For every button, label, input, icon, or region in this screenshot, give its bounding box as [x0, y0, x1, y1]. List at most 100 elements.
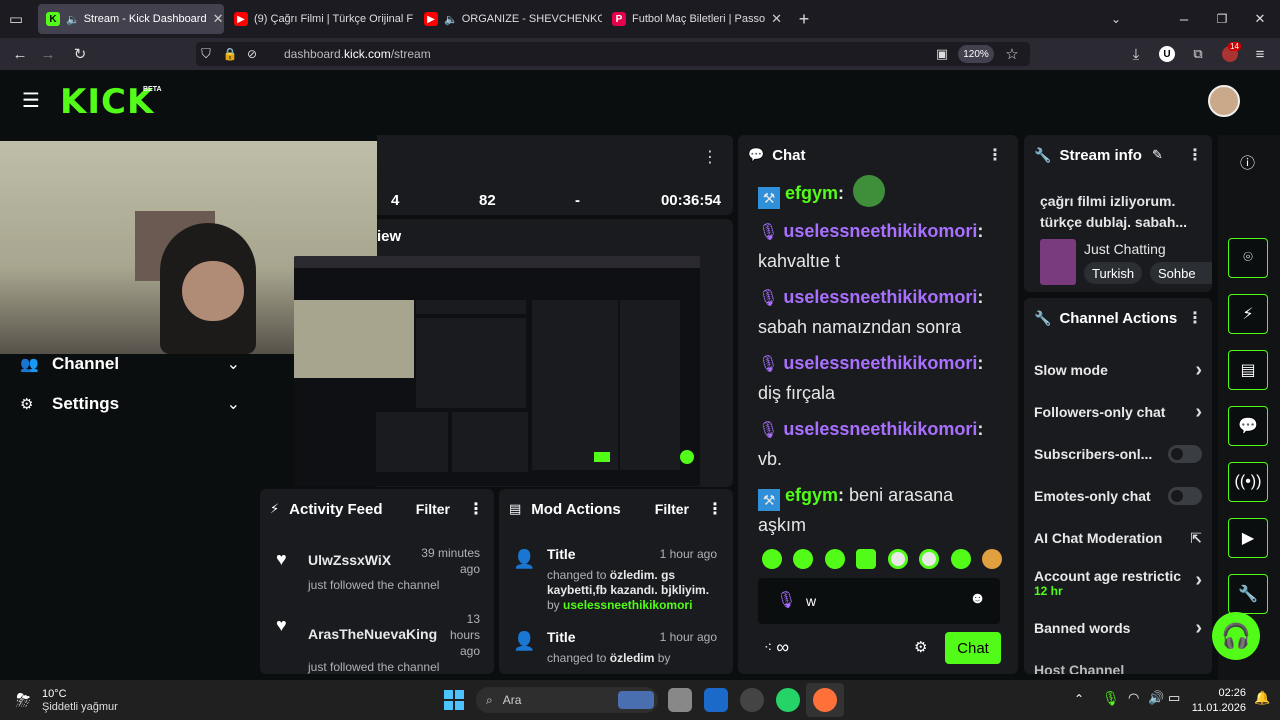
emote-icon[interactable]: [793, 549, 814, 569]
emote-icon[interactable]: [981, 549, 1002, 569]
chat-input-box[interactable]: 🎙 ☻: [758, 578, 1000, 624]
tab-kick-dashboard[interactable]: K 🔈 Stream - Kick Dashboard ✕: [38, 4, 224, 34]
send-chat-button[interactable]: Chat: [945, 632, 1001, 664]
lightning-icon[interactable]: ⚡: [1228, 294, 1268, 334]
chat-username[interactable]: uselessneethikikomori: [783, 287, 977, 307]
task-view-icon[interactable]: [668, 688, 692, 712]
mic-icon[interactable]: 🎙: [1102, 690, 1120, 707]
sidebar-item-channel[interactable]: 👥 Channel ⌄: [20, 352, 240, 376]
tab-youtube-2[interactable]: ▶ 🔈 ORGANIZE - SHEVCHENKO ✕: [416, 4, 602, 34]
notifications-icon[interactable]: 🔔: [1254, 690, 1270, 706]
info-icon[interactable]: ⓘ: [1240, 152, 1255, 173]
shield-icon[interactable]: ⛉: [194, 42, 218, 66]
reader-icon[interactable]: ▣: [930, 42, 954, 66]
windows-start-icon[interactable]: [444, 690, 464, 710]
forward-icon[interactable]: →: [36, 42, 60, 66]
clock-date[interactable]: 11.01.2026: [1186, 702, 1246, 714]
chat-footer-icons[interactable]: ⁖ ∞: [764, 637, 789, 658]
firefox-icon[interactable]: [813, 688, 837, 712]
permissions-icon[interactable]: ⊘: [240, 42, 264, 66]
emote-icon[interactable]: [887, 549, 908, 569]
wifi-icon[interactable]: ◠: [1128, 690, 1139, 706]
chevron-down-icon[interactable]: ⌄: [1104, 7, 1128, 31]
back-icon[interactable]: ←: [8, 42, 32, 66]
action-subscribers-only[interactable]: Subscribers-onl...: [1024, 433, 1212, 475]
filter-button[interactable]: Filter: [416, 501, 450, 517]
weather-temp[interactable]: 10°C: [42, 688, 67, 700]
download-icon[interactable]: ⤓: [1124, 42, 1148, 66]
tag-badge[interactable]: Turkish: [1084, 262, 1143, 284]
emotes-only-toggle[interactable]: [1168, 487, 1202, 505]
pencil-icon[interactable]: ✎: [1152, 147, 1163, 163]
more-options-icon[interactable]: ⋮: [1187, 308, 1203, 328]
restore-button[interactable]: ❐: [1210, 7, 1234, 31]
hamburger-menu-icon[interactable]: ☰: [22, 91, 42, 111]
avatar[interactable]: [1208, 85, 1240, 117]
battery-icon[interactable]: ▭: [1168, 690, 1180, 706]
lock-icon[interactable]: 🔒: [218, 42, 242, 66]
action-host-channel[interactable]: Host Channel: [1024, 649, 1212, 674]
close-icon[interactable]: ✕: [207, 11, 224, 27]
more-options-icon[interactable]: ⋮: [702, 147, 718, 167]
weather-icon[interactable]: ⛈: [16, 690, 30, 711]
tab-list-icon[interactable]: ▭: [4, 7, 28, 31]
reload-icon[interactable]: ↻: [68, 42, 92, 66]
chat-input[interactable]: [806, 590, 956, 612]
window-close-button[interactable]: ✕: [1248, 7, 1272, 31]
chat-username[interactable]: efgym: [785, 183, 838, 203]
emoji-icon[interactable]: ☻: [969, 590, 986, 608]
chat-username[interactable]: uselessneethikikomori: [783, 353, 977, 373]
broadcast-icon[interactable]: ((•)): [1228, 462, 1268, 502]
chat-bubble-icon[interactable]: 💬: [1228, 406, 1268, 446]
subscribers-only-toggle[interactable]: [1168, 445, 1202, 463]
more-options-icon[interactable]: ⋮: [1187, 145, 1203, 165]
activity-user[interactable]: UlwZssxWiX: [308, 552, 391, 568]
tab-passo[interactable]: P Futbol Maç Biletleri | Passo ✕: [604, 4, 790, 34]
action-followers-only[interactable]: Followers-only chat ›: [1024, 391, 1212, 433]
more-options-icon[interactable]: ⋮: [468, 499, 484, 519]
action-ai-moderation[interactable]: AI Chat Moderation ⇱: [1024, 517, 1212, 559]
close-icon[interactable]: ✕: [413, 11, 414, 27]
action-emotes-only[interactable]: Emotes-only chat: [1024, 475, 1212, 517]
category-name[interactable]: Just Chatting: [1084, 241, 1166, 257]
action-slow-mode[interactable]: Slow mode ›: [1024, 349, 1212, 391]
filter-button[interactable]: Filter: [655, 501, 689, 517]
video-icon[interactable]: ▶: [1228, 518, 1268, 558]
sidebar-item-settings[interactable]: ⚙ Settings ⌄: [20, 392, 240, 416]
more-options-icon[interactable]: ⋮: [707, 499, 723, 519]
minimize-button[interactable]: –: [1172, 7, 1196, 31]
tab-youtube-1[interactable]: ▶ (9) Çağrı Filmi | Türkçe Orijinal F ✕: [226, 4, 414, 34]
close-icon[interactable]: ✕: [765, 11, 782, 27]
wrench-icon[interactable]: 🔧: [1228, 574, 1268, 614]
camera-scan-icon[interactable]: ⌾: [1228, 238, 1268, 278]
emote-icon[interactable]: [856, 549, 877, 569]
menu-icon[interactable]: ≡: [1248, 42, 1272, 66]
bookmark-star-icon[interactable]: ☆: [1000, 42, 1024, 66]
activity-user[interactable]: ArasTheNuevaKing: [308, 626, 437, 642]
whatsapp-icon[interactable]: [776, 688, 800, 712]
volume-icon[interactable]: 🔊: [1148, 690, 1164, 706]
zoom-indicator[interactable]: 120%: [958, 45, 994, 63]
emote-icon[interactable]: [824, 549, 845, 569]
chevron-up-icon[interactable]: ⌃: [1074, 692, 1084, 706]
emote-icon[interactable]: [950, 549, 971, 569]
chatgpt-icon[interactable]: [740, 688, 764, 712]
extension-u-icon[interactable]: U: [1159, 46, 1175, 62]
emote-icon[interactable]: [919, 549, 940, 569]
document-icon[interactable]: ▤: [1228, 350, 1268, 390]
chat-username[interactable]: uselessneethikikomori: [783, 221, 977, 241]
weather-desc[interactable]: Şiddetli yağmur: [42, 701, 118, 713]
new-tab-button[interactable]: +: [792, 7, 816, 31]
action-account-age[interactable]: Account age restrictic 12 hr ›: [1024, 559, 1212, 607]
emote-icon[interactable]: [762, 549, 782, 569]
support-chat-icon[interactable]: 🎧: [1212, 612, 1260, 660]
chat-username[interactable]: efgym: [785, 485, 838, 505]
extensions-icon[interactable]: ⧉: [1186, 42, 1210, 66]
taskbar-search[interactable]: ⌕ Ara: [476, 687, 658, 713]
tag-badge[interactable]: Sohbe: [1150, 262, 1212, 284]
outlook-icon[interactable]: [704, 688, 728, 712]
infinity-icon[interactable]: ∞: [776, 637, 789, 658]
clock-time[interactable]: 02:26: [1194, 687, 1246, 699]
more-options-icon[interactable]: ⋮: [987, 145, 1003, 165]
chat-username[interactable]: uselessneethikikomori: [783, 419, 977, 439]
